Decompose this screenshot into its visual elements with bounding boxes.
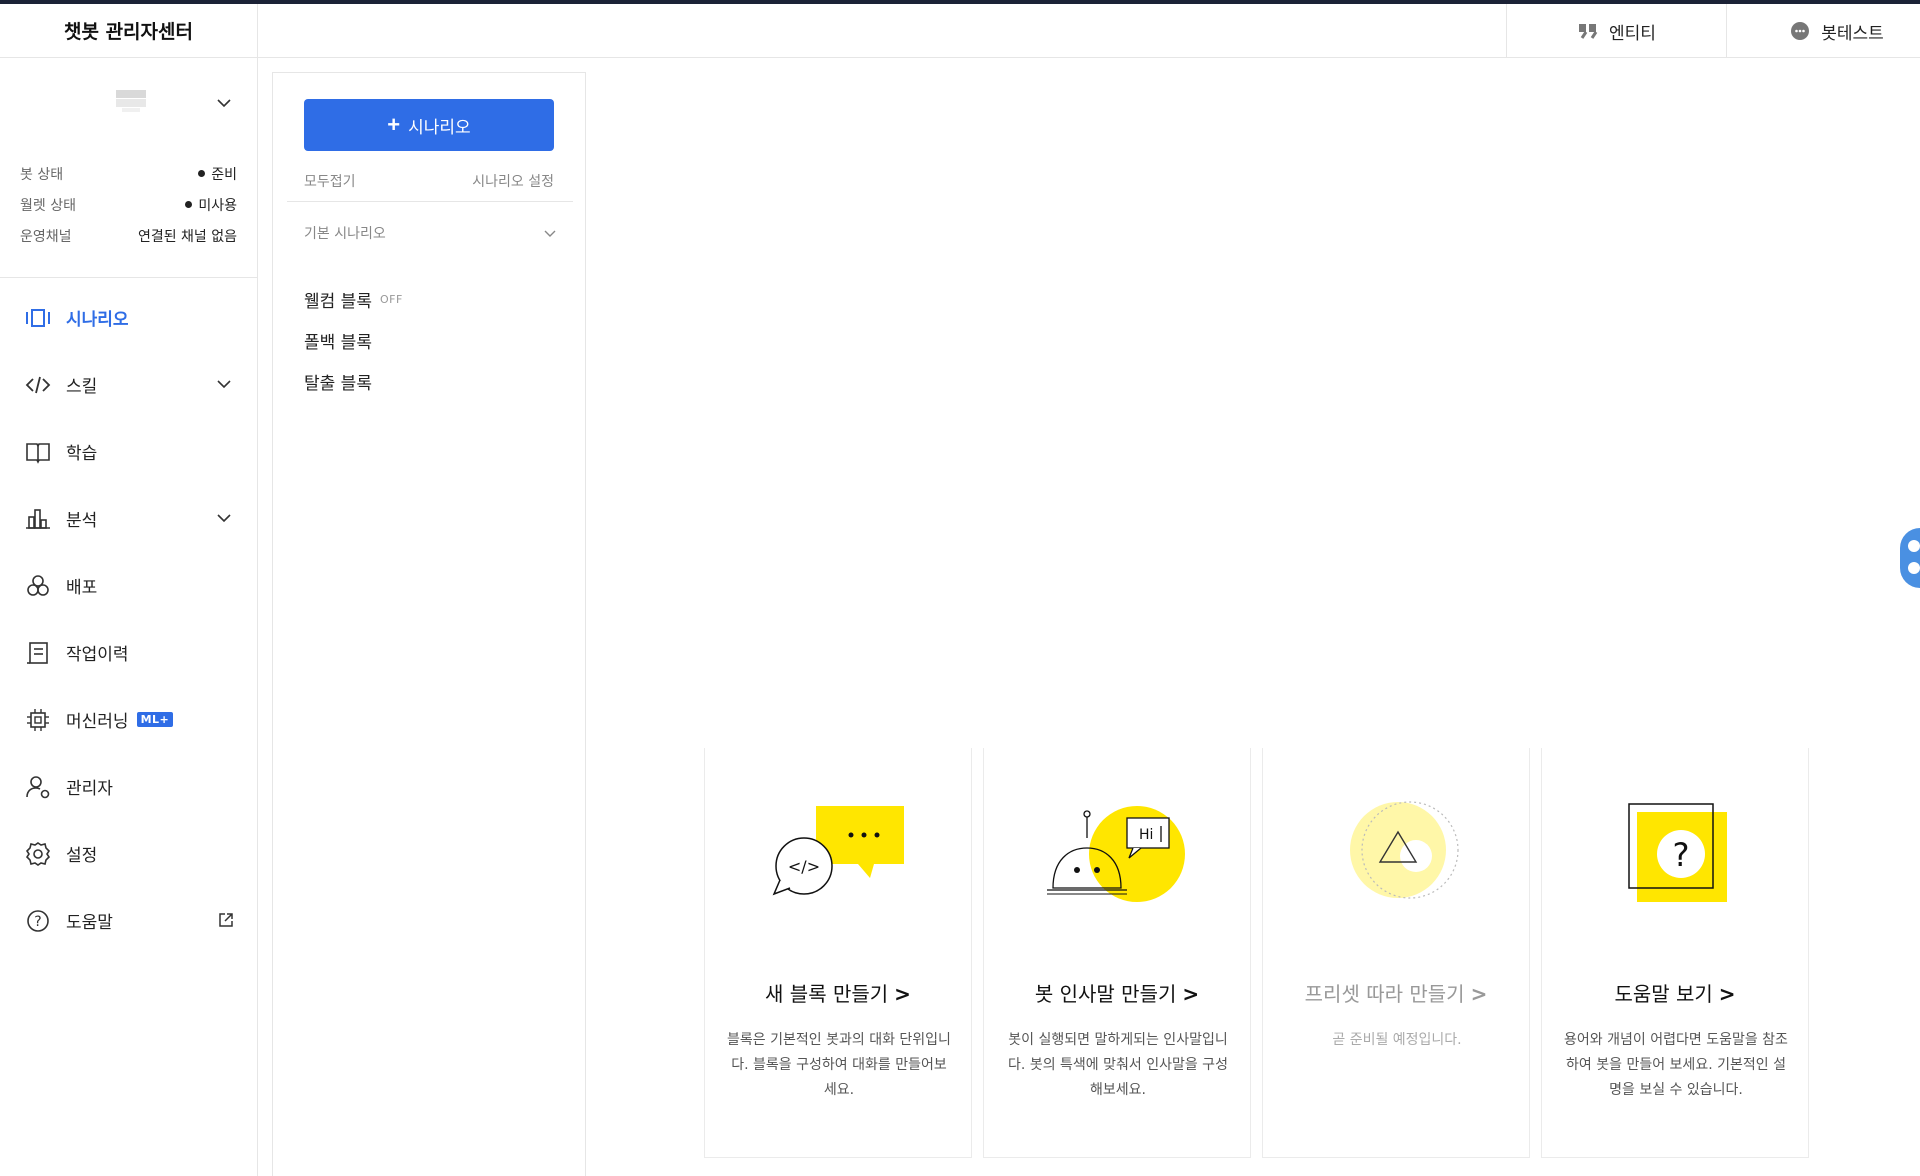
help-question-illustration: ? xyxy=(1628,803,1727,902)
quote-icon xyxy=(1579,24,1598,39)
nav-label: 배포 xyxy=(66,578,98,598)
bot-test-button[interactable]: 봇테스트 xyxy=(1726,4,1920,58)
off-badge: OFF xyxy=(379,293,403,306)
entity-label: 엔티티 xyxy=(1609,23,1656,44)
card-bot-greeting[interactable]: Hi 봇 인사말 만들기 > 봇이 실행되면 말하게되는 인사말입니다. 봇의 특… xyxy=(983,748,1251,1158)
scenario-panel: + 시나리오 모두접기 시나리오 설정 기본 시나리오 웰컴 블록 OFF 폴백… xyxy=(272,72,586,1176)
external-link-icon[interactable] xyxy=(217,911,235,929)
scenario-settings-link[interactable]: 시나리오 설정 xyxy=(472,171,554,191)
robot-greeting-illustration: Hi xyxy=(1047,806,1185,902)
chevron-down-icon[interactable] xyxy=(542,225,558,241)
status-row-channel: 운영채널 연결된 채널 없음 xyxy=(20,220,237,251)
wallet-status-value: 미사용 xyxy=(198,197,237,214)
card-title[interactable]: 새 블록 만들기 > xyxy=(705,978,971,1007)
nav-label: 학습 xyxy=(66,444,98,464)
nav-item-settings[interactable]: 설정 xyxy=(0,820,257,887)
nav-item-admin[interactable]: 관리자 xyxy=(0,753,257,820)
chevron-right-icon: > xyxy=(1182,982,1200,1006)
collapse-all-link[interactable]: 모두접기 xyxy=(304,171,356,191)
card-new-block[interactable]: </> 새 블록 만들기 > 블록은 기본적인 봇과의 대화 단위입니다. 블록을… xyxy=(704,748,972,1158)
help-circle-icon: ? xyxy=(24,907,52,935)
nav-label: 분석 xyxy=(66,511,98,531)
scenario-group-default[interactable]: 기본 시나리오 xyxy=(304,223,558,243)
channel-status-value: 연결된 채널 없음 xyxy=(137,228,237,245)
block-item-welcome[interactable]: 웰컴 블록 OFF xyxy=(304,287,403,312)
chevron-down-icon[interactable] xyxy=(213,373,235,395)
card-description: 봇이 실행되면 말하게되는 인사말입니다. 봇의 특색에 맞춰서 인사말을 구성… xyxy=(1008,1032,1228,1098)
chevron-down-icon[interactable] xyxy=(213,507,235,529)
card-title[interactable]: 봇 인사말 만들기 > xyxy=(984,978,1250,1007)
block-item-fallback[interactable]: 폴백 블록 xyxy=(304,328,372,353)
nav-item-analytics[interactable]: 분석 xyxy=(0,485,257,552)
chevron-right-icon: > xyxy=(1470,982,1488,1006)
nav-label: 설정 xyxy=(66,846,98,866)
deploy-icon xyxy=(24,572,52,600)
plus-icon: + xyxy=(387,112,401,137)
user-gear-icon xyxy=(24,773,52,801)
scenario-icon xyxy=(24,304,52,332)
nav-item-machine-learning[interactable]: 머신러닝 ML+ xyxy=(0,686,257,753)
status-dot-icon xyxy=(185,201,193,208)
nav-label: 스킬 xyxy=(66,377,98,397)
top-header: 엔티티 봇테스트 xyxy=(258,4,1920,58)
book-icon xyxy=(24,438,52,466)
divider xyxy=(287,201,573,202)
preset-triangle-illustration xyxy=(1350,801,1459,899)
add-scenario-button[interactable]: + 시나리오 xyxy=(304,99,554,151)
bot-test-label: 봇테스트 xyxy=(1821,23,1884,44)
chat-bubble-icon xyxy=(1791,22,1810,40)
bot-status-list: 봇 상태 준비 월렛 상태 미사용 운영채널 연결된 채널 없음 xyxy=(0,158,257,278)
card-description: 용어와 개념이 어렵다면 도움말을 참조하여 봇을 만들어 보세요. 기본적인 … xyxy=(1564,1032,1788,1098)
block-item-exit[interactable]: 탈출 블록 xyxy=(304,369,372,394)
nav-item-history[interactable]: 작업이력 xyxy=(0,619,257,686)
status-row-bot: 봇 상태 준비 xyxy=(20,158,237,189)
helper-dot-icon xyxy=(1908,562,1920,574)
bot-status-value: 준비 xyxy=(211,166,237,183)
nav-label: 도움말 xyxy=(66,913,113,933)
main-nav: 시나리오 스킬 학습 분석 배포 작업이력 머신러닝 ML+ 관리자 설정 ? … xyxy=(0,278,257,954)
nav-label: 시나리오 xyxy=(66,310,129,330)
helper-dot-icon xyxy=(1908,540,1920,552)
svg-text:</>: </> xyxy=(788,857,820,876)
card-title[interactable]: 프리셋 따라 만들기 > xyxy=(1263,978,1529,1007)
bar-chart-icon xyxy=(24,505,52,533)
ml-plus-badge: ML+ xyxy=(136,712,174,727)
chevron-down-icon[interactable] xyxy=(213,92,235,114)
brand-title[interactable]: 챗봇 관리자센터 xyxy=(0,4,257,58)
bot-selector[interactable] xyxy=(0,58,257,158)
card-help[interactable]: ? 도움말 보기 > 용어와 개념이 어렵다면 도움말을 참조하여 봇을 만들어 … xyxy=(1541,748,1809,1158)
nav-label: 관리자 xyxy=(66,779,113,799)
chevron-right-icon: > xyxy=(1718,982,1736,1006)
card-description: 곧 준비될 예정입니다. xyxy=(1332,1032,1462,1048)
status-row-wallet: 월렛 상태 미사용 xyxy=(20,189,237,220)
card-description: 블록은 기본적인 봇과의 대화 단위입니다. 블록을 구성하여 대화를 만들어보… xyxy=(727,1032,951,1098)
nav-label: 머신러닝 xyxy=(66,712,129,732)
nav-item-scenario[interactable]: 시나리오 xyxy=(0,284,257,351)
card-preset[interactable]: 프리셋 따라 만들기 > 곧 준비될 예정입니다. xyxy=(1262,748,1530,1158)
entity-button[interactable]: 엔티티 xyxy=(1506,4,1726,58)
sidebar: 챗봇 관리자센터 봇 상태 준비 월렛 상태 미사용 운영채널 연결된 채널 없… xyxy=(0,4,258,1176)
nav-item-deploy[interactable]: 배포 xyxy=(0,552,257,619)
nav-item-skill[interactable]: 스킬 xyxy=(0,351,257,418)
nav-item-learning[interactable]: 학습 xyxy=(0,418,257,485)
code-icon xyxy=(24,371,52,399)
svg-text:?: ? xyxy=(34,914,41,930)
hi-text: Hi xyxy=(1139,827,1153,843)
chip-icon xyxy=(24,706,52,734)
chevron-right-icon: > xyxy=(894,982,911,1006)
question-mark-text: ? xyxy=(1673,836,1690,874)
floating-helper-button[interactable] xyxy=(1900,528,1920,588)
document-icon xyxy=(24,639,52,667)
bot-avatar xyxy=(116,90,146,112)
code-chat-illustration: </> xyxy=(772,806,904,896)
status-dot-icon xyxy=(198,170,206,177)
nav-label: 작업이력 xyxy=(66,645,129,665)
card-title[interactable]: 도움말 보기 > xyxy=(1542,978,1808,1007)
gear-icon xyxy=(24,840,52,868)
nav-item-help[interactable]: ? 도움말 xyxy=(0,887,257,954)
panel-tools: 모두접기 시나리오 설정 xyxy=(304,171,554,191)
